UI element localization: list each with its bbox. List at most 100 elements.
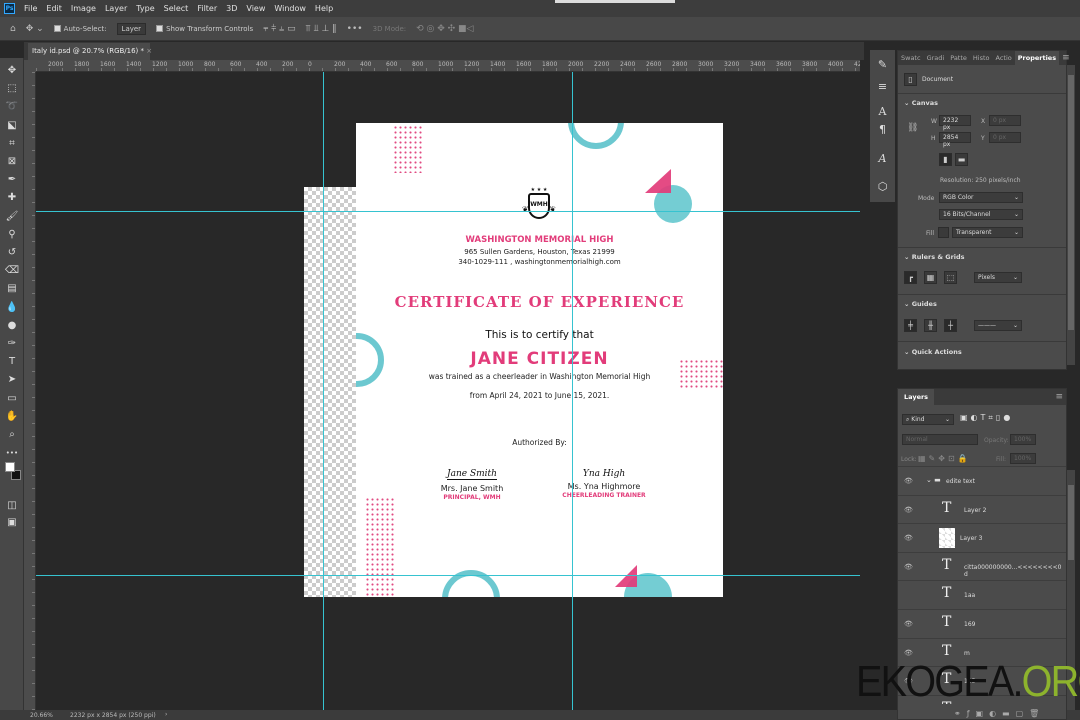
canvas-y-field[interactable]: 0 px — [989, 132, 1021, 143]
menu-image[interactable]: Image — [71, 4, 96, 13]
lock-icons[interactable]: ▦✎✥⊡🔒 — [918, 454, 971, 463]
portrait-orientation-button[interactable]: ▮ — [939, 153, 952, 166]
menu-layer[interactable]: Layer — [105, 4, 127, 13]
glyphs-icon[interactable]: A — [874, 152, 891, 165]
close-tab-icon[interactable]: × — [146, 47, 152, 55]
layers-menu-icon[interactable]: ≡ — [1052, 392, 1066, 402]
auto-select-dropdown[interactable]: Layer — [116, 22, 147, 35]
more-tools-icon[interactable]: ••• — [3, 445, 21, 461]
guides-header[interactable]: ⌄ Guides — [904, 300, 937, 308]
dodge-icon[interactable]: ● — [3, 318, 21, 334]
menu-window[interactable]: Window — [274, 4, 306, 13]
layer-row[interactable]: 👁 Layer 3 — [898, 523, 1066, 551]
stamp-icon[interactable]: ⚲ — [3, 227, 21, 243]
menu-help[interactable]: Help — [315, 4, 333, 13]
blur-icon[interactable]: 💧 — [3, 300, 21, 316]
horizontal-ruler[interactable]: 2000 1800 1600 1400 1200 1000 800 600 400 200 0 200… — [36, 60, 860, 72]
object-select-icon[interactable]: ⬕ — [3, 118, 21, 134]
fg-color-swatch[interactable] — [5, 462, 15, 472]
menu-3d[interactable]: 3D — [226, 4, 237, 13]
eyedropper-icon[interactable]: ✒ — [3, 172, 21, 188]
align-icons[interactable]: ⫧ ⫩ ⫨ ▭ — [263, 24, 295, 34]
show-guides-button[interactable]: ╪ — [904, 319, 917, 332]
rectangle-icon[interactable]: ▭ — [3, 391, 21, 407]
menu-select[interactable]: Select — [164, 4, 189, 13]
menu-type[interactable]: Type — [136, 4, 154, 13]
auto-select-checkbox[interactable]: Auto-Select: — [53, 25, 107, 33]
menu-file[interactable]: File — [24, 4, 37, 13]
visibility-eye-icon[interactable]: 👁 — [904, 649, 913, 657]
3d-controls-icons[interactable]: ⟲ ◎ ✥ ✣ ■◁ — [416, 24, 473, 34]
move-icon[interactable]: ✥ — [3, 63, 21, 79]
rulers-grids-header[interactable]: ⌄ Rulers & Grids — [904, 253, 965, 261]
hand-icon[interactable]: ✋ — [3, 409, 21, 425]
history-brush-icon[interactable]: ↺ — [3, 245, 21, 261]
3d-cube-icon[interactable]: ⬡ — [874, 180, 891, 193]
menu-edit[interactable]: Edit — [46, 4, 62, 13]
lock-guides-button[interactable]: ╫ — [924, 319, 937, 332]
smart-guides-button[interactable]: ┼ — [944, 319, 957, 332]
adjustments-icon[interactable]: ≡ — [874, 80, 891, 93]
certificate-document[interactable]: ★ ★ ★ WMH ❦ ❦ WASHINGTON MEMORIAL HIGH 9… — [356, 123, 723, 597]
more-options-button[interactable]: ••• — [347, 24, 363, 34]
layer-filter-dropdown[interactable]: ⌕ Kind ⌄ — [902, 414, 954, 425]
guide-horizontal-1[interactable] — [36, 211, 860, 212]
frame-icon[interactable]: ⊠ — [3, 154, 21, 170]
tab-properties[interactable]: Properties — [1014, 51, 1060, 65]
home-icon[interactable]: ⌂ — [10, 24, 16, 34]
tab-history[interactable]: Histo — [970, 54, 993, 62]
character-icon[interactable]: A — [874, 105, 891, 118]
panel-menu-icon[interactable]: ≡ — [1059, 53, 1073, 63]
screen-mode-icon[interactable]: ▣ — [3, 515, 21, 531]
show-grid-button[interactable]: ▦ — [924, 271, 937, 284]
layer-row[interactable]: T 1aa — [898, 580, 1066, 608]
guide-horizontal-2[interactable] — [36, 575, 860, 576]
paragraph-icon[interactable]: ¶ — [874, 123, 891, 136]
status-menu-icon[interactable]: › — [165, 711, 167, 718]
link-dimensions-icon[interactable]: ⛓ — [907, 123, 918, 133]
move-tool-icon[interactable]: ✥ ⌄ — [26, 24, 44, 34]
menu-view[interactable]: View — [246, 4, 265, 13]
tab-layers[interactable]: Layers — [898, 389, 935, 405]
zoom-icon[interactable]: ⌕ — [3, 427, 21, 443]
distribute-icons[interactable]: ⫪ ⫫ ⊥ ‖ — [306, 24, 337, 34]
path-select-icon[interactable]: ➤ — [3, 372, 21, 388]
guide-vertical-2[interactable] — [572, 72, 573, 710]
blend-mode-dropdown[interactable]: Normal — [902, 434, 978, 445]
visibility-eye-icon[interactable]: 👁 — [904, 506, 913, 514]
properties-scrollbar[interactable] — [1067, 65, 1075, 365]
healing-icon[interactable]: ✚ — [3, 190, 21, 206]
color-mode-dropdown[interactable]: RGB Color ⌄ — [939, 192, 1023, 203]
show-transform-checkbox[interactable]: Show Transform Controls — [156, 25, 253, 33]
tab-gradients[interactable]: Gradi — [924, 54, 948, 62]
visibility-eye-icon[interactable]: 👁 — [904, 534, 913, 542]
layer-footer-icons[interactable]: ⚭ƒ▣◐▬▢🗑 — [954, 709, 1045, 718]
canvas-x-field[interactable]: 0 px — [989, 115, 1021, 126]
layer-filter-icons[interactable]: ▣◐T⌗▯● — [960, 413, 1013, 423]
ruler-units-dropdown[interactable]: Pixels ⌄ — [974, 272, 1022, 283]
lasso-icon[interactable]: ➰ — [3, 99, 21, 115]
landscape-orientation-button[interactable]: ▬ — [955, 153, 968, 166]
guide-vertical-1[interactable] — [323, 72, 324, 710]
visibility-eye-icon[interactable]: 👁 — [904, 477, 913, 485]
visibility-eye-icon[interactable]: 👁 — [904, 620, 913, 628]
menu-filter[interactable]: Filter — [197, 4, 217, 13]
canvas-workspace[interactable]: ★ ★ ★ WMH ❦ ❦ WASHINGTON MEMORIAL HIGH 9… — [36, 72, 860, 710]
crop-icon[interactable]: ⌗ — [3, 136, 21, 152]
fill-opacity-field[interactable]: 100% — [1010, 453, 1036, 464]
guide-style-dropdown[interactable]: ——— ⌄ — [974, 320, 1022, 331]
brush-icon[interactable]: 🖌 — [3, 209, 21, 225]
gradient-icon[interactable]: ▤ — [3, 281, 21, 297]
fill-swatch[interactable] — [938, 227, 949, 238]
vertical-ruler[interactable] — [24, 72, 36, 710]
fill-dropdown[interactable]: Transparent ⌄ — [952, 227, 1023, 238]
tab-swatches[interactable]: Swatc — [898, 54, 924, 62]
document-tab[interactable]: Italy id.psd @ 20.7% (RGB/16) * × — [28, 43, 152, 60]
canvas-height-field[interactable]: 2854 px — [939, 132, 971, 148]
eraser-icon[interactable]: ⌫ — [3, 263, 21, 279]
layer-row[interactable]: 👁 Tcitta000000000...<<<<<<<<0 d — [898, 551, 1066, 580]
type-icon[interactable]: T — [3, 354, 21, 370]
tab-patterns[interactable]: Patte — [947, 54, 970, 62]
quick-actions-header[interactable]: ⌄ Quick Actions — [904, 348, 962, 356]
layer-row[interactable]: 👁 T Layer 2 — [898, 494, 1066, 523]
